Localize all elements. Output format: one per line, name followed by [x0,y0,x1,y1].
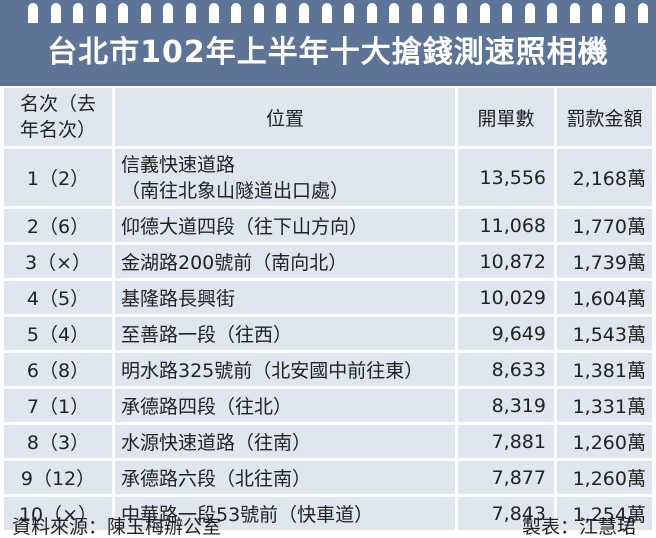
binder-tab [208,3,219,23]
binder-tab [140,3,151,23]
location-cell: 仰德大道四段（往下山方向） [115,209,455,242]
title-banner: 台北市102年上半年十大搶錢測速照相機 [0,0,656,86]
fine-cell: 2,168萬 [557,149,652,206]
header-tickets-label: 開單數 [477,107,535,130]
binder-tab [411,3,422,23]
rank-cell: 5（4） [4,317,112,350]
tickets-cell: 9,649 [458,317,554,350]
binder-tab [118,3,129,23]
fine-cell: 1,260萬 [557,461,652,494]
table-row: 1（2） 信義快速道路 （南往北象山隧道出口處） 13,556 2,168萬 [4,149,652,206]
rank-cell: 2（6） [4,209,112,242]
tickets-cell: 11,068 [458,209,554,242]
maker-credit: 製表：江慧珺 [521,516,636,538]
header-location: 位置 [115,88,455,146]
binder-tab [321,3,332,23]
tickets-cell: 8,633 [458,353,554,386]
table-row: 8（3） 水源快速道路（往南） 7,881 1,260萬 [4,425,652,458]
rank-cell: 8（3） [4,425,112,458]
header-location-label: 位置 [265,107,304,130]
binder-tab [366,3,377,23]
tickets-cell: 8,319 [458,389,554,422]
rank-cell: 1（2） [4,149,112,206]
binder-tab [253,3,264,23]
binder-tab [231,3,242,23]
header-fines: 罰款金額 [557,88,652,146]
binder-tab [276,3,287,23]
rank-cell: 4（5） [4,281,112,314]
table-row: 6（8） 明水路325號前（北安國中前往東） 8,633 1,381萬 [4,353,652,386]
table-row: 7（1） 承德路四段（往北） 8,319 1,331萬 [4,389,652,422]
location-cell: 明水路325號前（北安國中前往東） [115,353,455,386]
fine-cell: 1,604萬 [557,281,652,314]
fine-cell: 1,739萬 [557,245,652,278]
binder-tab [524,3,535,23]
fine-cell: 1,381萬 [557,353,652,386]
table-card: 名次（去 年名次） 位置 開單數 罰款金額 1（2） 信義快速道路 （南往北象山… [0,86,656,538]
binder-tab [569,3,580,23]
location-line2: （南往北象山隧道出口處） [121,179,350,202]
location-cell: 基隆路長興街 [115,281,455,314]
binder-tab [186,3,197,23]
binder-tab [95,3,106,23]
location-cell: 承德路六段（北往南） [115,461,455,494]
tickets-cell: 10,872 [458,245,554,278]
binder-tab [637,3,648,23]
location-cell: 承德路四段（往北） [115,389,455,422]
header-rank-line1: 名次（去 [19,93,96,115]
tickets-cell: 13,556 [458,149,554,206]
binder-tab [163,3,174,23]
table-row: 9（12） 承德路六段（北往南） 7,877 1,260萬 [4,461,652,494]
location-cell: 信義快速道路 （南往北象山隧道出口處） [115,149,455,206]
binder-tab [50,3,61,23]
binder-tab [73,3,84,23]
binder-tab [592,3,603,23]
location-cell: 水源快速道路（往南） [115,425,455,458]
header-fines-label: 罰款金額 [566,107,643,130]
table-row: 2（6） 仰德大道四段（往下山方向） 11,068 1,770萬 [4,209,652,242]
header-rank-line2: 年名次） [19,119,96,141]
tickets-cell: 7,881 [458,425,554,458]
header-tickets: 開單數 [458,88,554,146]
footer: 資料來源：陳玉梅辦公室 製表：江慧珺 [0,510,656,538]
binder-tab [298,3,309,23]
location-cell: 金湖路200號前（南向北） [115,245,455,278]
binder-tab [615,3,626,23]
rank-cell: 3（×） [4,245,112,278]
source-credit: 資料來源：陳玉梅辦公室 [12,516,222,538]
location-cell: 至善路一段（往西） [115,317,455,350]
table-row: 4（5） 基隆路長興街 10,029 1,604萬 [4,281,652,314]
ranking-table: 名次（去 年名次） 位置 開單數 罰款金額 1（2） 信義快速道路 （南往北象山… [4,88,652,533]
binder-tab [456,3,467,23]
header-rank: 名次（去 年名次） [4,88,112,146]
rank-cell: 9（12） [4,461,112,494]
table-row: 3（×） 金湖路200號前（南向北） 10,872 1,739萬 [4,245,652,278]
fine-cell: 1,543萬 [557,317,652,350]
binder-tab [547,3,558,23]
rank-cell: 7（1） [4,389,112,422]
location-line1: 信義快速道路 [121,153,236,176]
table-row: 5（4） 至善路一段（往西） 9,649 1,543萬 [4,317,652,350]
rank-cell: 6（8） [4,353,112,386]
page-title: 台北市102年上半年十大搶錢測速照相機 [47,35,609,70]
binder-tab [502,3,513,23]
fine-cell: 1,770萬 [557,209,652,242]
fine-cell: 1,331萬 [557,389,652,422]
binder-tab [344,3,355,23]
binder-tabs [28,3,648,25]
binder-tab [479,3,490,23]
table-header-row: 名次（去 年名次） 位置 開單數 罰款金額 [4,88,652,146]
tickets-cell: 10,029 [458,281,554,314]
binder-tab [434,3,445,23]
binder-tab [389,3,400,23]
tickets-cell: 7,877 [458,461,554,494]
fine-cell: 1,260萬 [557,425,652,458]
binder-tab [28,3,38,23]
